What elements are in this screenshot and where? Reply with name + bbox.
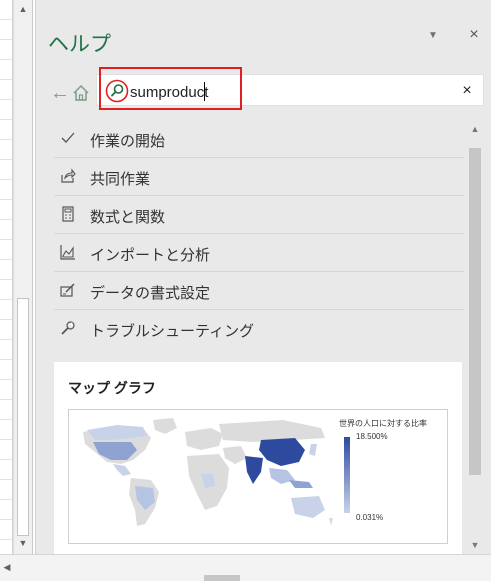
topic-collaborate[interactable]: 共同作業	[54, 158, 464, 196]
topic-import-analyze[interactable]: インポートと分析	[54, 234, 464, 272]
checkmark-icon	[60, 130, 76, 146]
topic-label: トラブルシューティング	[90, 323, 255, 340]
topic-label: 共同作業	[90, 171, 151, 188]
topic-formulas[interactable]: 数式と関数	[54, 196, 464, 234]
scroll-up-arrow-icon[interactable]: ▲	[468, 124, 482, 136]
pane-title: ヘルプ	[48, 33, 111, 56]
gridlines	[0, 0, 12, 554]
chevron-down-icon[interactable]: ▼	[426, 30, 440, 44]
bottom-bar: ◀	[0, 554, 491, 581]
spreadsheet-grid	[0, 0, 13, 554]
scroll-down-arrow-icon[interactable]: ▼	[14, 534, 32, 552]
calculator-icon	[60, 206, 76, 222]
topic-formatting[interactable]: データの書式設定	[54, 272, 464, 310]
search-highlight-annotation	[99, 67, 242, 110]
pane-scroll-thumb[interactable]	[469, 148, 481, 475]
topic-label: 数式と関数	[90, 209, 166, 226]
wrench-icon	[60, 320, 76, 336]
back-button[interactable]: ←	[50, 83, 70, 103]
topic-label: 作業の開始	[90, 133, 166, 150]
legend-max-value: 18.500%	[356, 432, 388, 441]
map-chart-image: 世界の人口に対する比率 18.500% 0.031%	[68, 409, 448, 544]
legend-min-value: 0.031%	[356, 513, 384, 522]
topic-label: インポートと分析	[90, 247, 211, 264]
pane-scrollbar[interactable]: ▲ ▼	[468, 118, 482, 554]
scroll-left-arrow-icon[interactable]: ◀	[0, 559, 14, 575]
scroll-down-arrow-icon[interactable]: ▼	[468, 540, 482, 552]
clear-search-button[interactable]: ×	[459, 82, 475, 100]
sheet-scroll-thumb[interactable]	[17, 298, 29, 536]
help-pane: ヘルプ ▼ × ← sumproduct × 作業の開始 共同作業 数式と関数 …	[35, 0, 491, 554]
home-icon[interactable]	[72, 84, 90, 102]
share-icon	[60, 168, 76, 184]
map-chart-card[interactable]: マップ グラフ 世界の人口に対する比率 18.500% 0.031%	[54, 362, 462, 554]
format-icon	[60, 282, 76, 298]
horizontal-scroll-thumb[interactable]	[204, 575, 240, 581]
topic-getting-started[interactable]: 作業の開始	[54, 120, 464, 158]
topic-troubleshooting[interactable]: トラブルシューティング	[54, 310, 464, 348]
legend-color-bar	[344, 437, 350, 513]
scroll-up-arrow-icon[interactable]: ▲	[14, 0, 32, 18]
world-map	[83, 418, 333, 526]
card-title: マップ グラフ	[68, 380, 156, 396]
sheet-vertical-scrollbar[interactable]: ▲ ▼	[13, 0, 33, 554]
chart-icon	[60, 244, 76, 260]
legend-title: 世界の人口に対する比率	[339, 419, 427, 428]
topic-list: 作業の開始 共同作業 数式と関数 インポートと分析 データの書式設定 トラブルシ…	[54, 120, 464, 348]
topic-label: データの書式設定	[90, 285, 211, 302]
close-pane-button[interactable]: ×	[465, 26, 483, 44]
